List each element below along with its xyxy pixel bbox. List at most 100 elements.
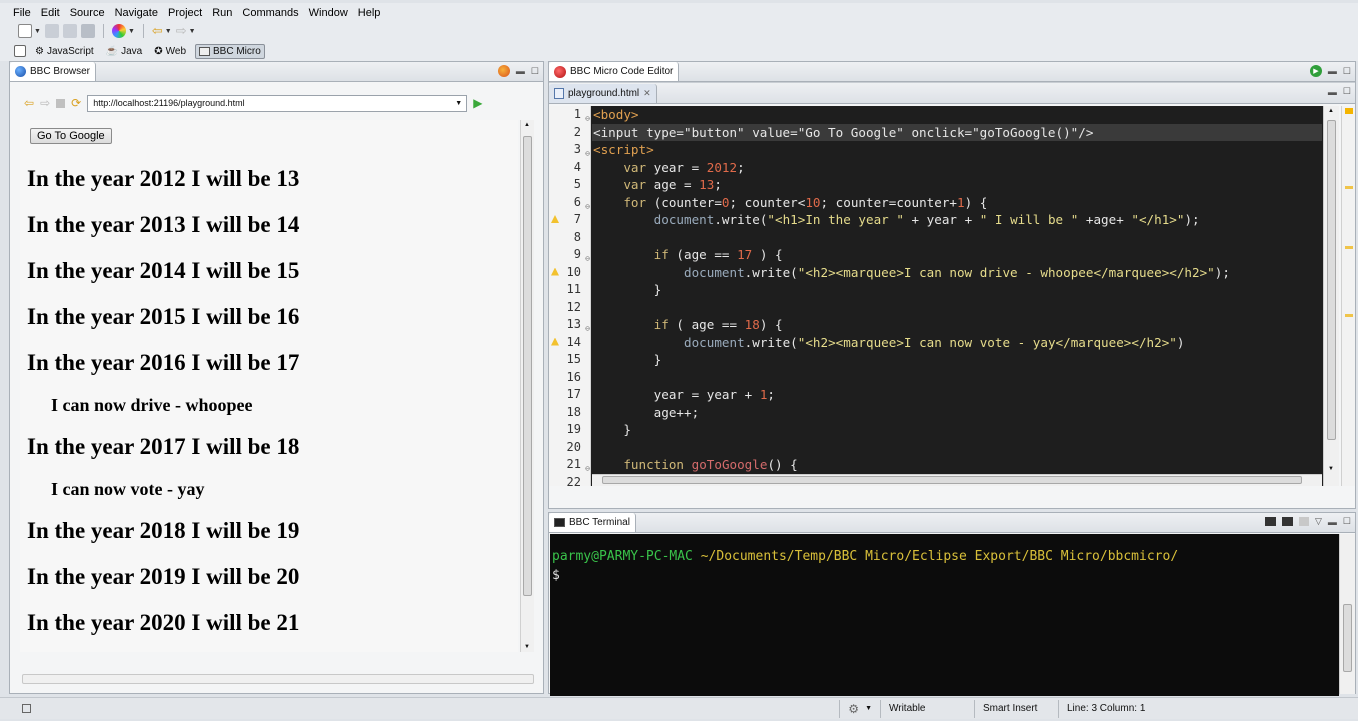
go-to-google-button[interactable]: Go To Google <box>30 128 112 144</box>
menu-file[interactable]: File <box>8 7 36 19</box>
line-number: 1 ⊖ <box>549 106 590 124</box>
perspective-javascript[interactable]: ⚙ JavaScript <box>32 45 97 58</box>
open-perspective-icon[interactable] <box>14 45 26 57</box>
scroll-thumb[interactable] <box>523 136 532 596</box>
warning-marker[interactable] <box>1345 186 1353 189</box>
refresh-icon[interactable]: ⟳ <box>71 96 81 110</box>
code-token: ); <box>1214 264 1230 280</box>
menu-commands[interactable]: Commands <box>237 7 303 19</box>
scroll-thumb[interactable] <box>602 476 1302 484</box>
web-view: Go To Google In the year 2012 I will be … <box>20 120 518 652</box>
line-number-text: 1 <box>573 107 581 121</box>
perspective-bbc-micro[interactable]: BBC Micro <box>195 43 265 59</box>
warning-marker[interactable] <box>1345 108 1353 114</box>
editor-vertical-scrollbar[interactable]: ▲ ▼ <box>1323 106 1339 486</box>
tab-bbc-terminal[interactable]: BBC Terminal <box>549 513 636 532</box>
terminal-action-icon[interactable] <box>1265 517 1276 526</box>
stop-icon[interactable] <box>56 98 66 108</box>
code-editor[interactable]: 1 ⊖ 2 3 ⊖ 4 5 6 ⊖ 7 8 9 ⊖ 10 11 12 13 ⊖ 14 15 16 17 18 19 20 21 ⊖ 2… <box>549 106 1339 489</box>
back-arrow-icon[interactable]: ⇦ <box>24 96 34 110</box>
line-number-text: 21 <box>566 457 581 471</box>
editor-horizontal-scrollbar[interactable] <box>592 474 1322 486</box>
menu-project[interactable]: Project <box>163 7 207 19</box>
status-writable: Writable <box>880 699 974 718</box>
tab-playground-html[interactable]: playground.html ✕ <box>549 83 657 103</box>
forward-arrow-icon[interactable]: ⇨ <box>176 23 187 39</box>
close-icon[interactable]: ✕ <box>643 88 651 99</box>
menu-window[interactable]: Window <box>304 7 353 19</box>
page-subheading: I can now drive - whoopee <box>51 395 253 415</box>
warning-marker[interactable] <box>1345 246 1353 249</box>
menu-source[interactable]: Source <box>65 7 110 19</box>
clear-console-icon[interactable] <box>1299 517 1309 526</box>
scroll-down-arrow[interactable]: ▼ <box>524 644 530 650</box>
minimize-icon[interactable]: ▬ <box>1328 66 1337 76</box>
chevron-down-icon[interactable]: ▼ <box>128 28 135 35</box>
code-line: function goToGoogle() { <box>592 456 1322 474</box>
terminal-path: ~/Documents/Temp/BBC Micro/Eclipse Expor… <box>700 549 1179 564</box>
perspective-java[interactable]: ☕ Java <box>103 45 146 58</box>
scroll-up-arrow[interactable]: ▲ <box>1328 108 1334 114</box>
maximize-icon[interactable]: ☐ <box>531 66 539 77</box>
maximize-icon[interactable]: ☐ <box>1343 86 1351 97</box>
browser-vertical-scrollbar[interactable]: ▲ ▼ <box>520 120 534 652</box>
minimize-icon[interactable]: ▬ <box>1328 87 1337 97</box>
code-area[interactable]: <body> <input type="button" value="Go To … <box>592 106 1322 486</box>
tab-bbc-micro-code-editor[interactable]: BBC Micro Code Editor <box>549 62 680 81</box>
back-arrow-icon[interactable]: ⇦ <box>152 23 163 39</box>
maximize-icon[interactable]: ☐ <box>1343 516 1351 527</box>
warning-icon[interactable] <box>551 215 559 223</box>
scroll-down-arrow[interactable]: ▼ <box>1328 466 1334 472</box>
new-icon[interactable] <box>18 24 32 38</box>
maximize-icon[interactable]: ☐ <box>1343 66 1351 77</box>
chevron-down-icon[interactable]: ▼ <box>165 28 172 35</box>
scroll-thumb[interactable] <box>1327 120 1336 440</box>
terminal-vertical-scrollbar[interactable] <box>1339 534 1355 694</box>
minimize-icon[interactable]: ▬ <box>516 66 525 76</box>
firefox-icon[interactable] <box>497 65 510 77</box>
save-all-icon[interactable] <box>62 24 77 38</box>
url-input[interactable]: http://localhost:21196/playground.html ▼ <box>87 94 468 112</box>
perspective-web[interactable]: ✪ Web <box>151 45 189 58</box>
code-line: document.write("<h1>In the year " + year… <box>592 211 1322 229</box>
terminal-output[interactable]: parmy@PARMY-PC-MAC ~/Documents/Temp/BBC … <box>550 534 1339 696</box>
menu-run[interactable]: Run <box>207 7 237 19</box>
tab-label: BBC Browser <box>30 66 91 77</box>
code-token: ) { <box>964 194 988 210</box>
menu-navigate[interactable]: Navigate <box>110 7 163 19</box>
chevron-down-icon[interactable]: ▼ <box>455 100 462 107</box>
go-icon[interactable]: ▶ <box>473 96 482 110</box>
chevron-down-icon[interactable]: ▼ <box>189 28 196 35</box>
code-token: function <box>623 457 685 472</box>
run-icon[interactable]: ▶ <box>1309 65 1322 77</box>
forward-arrow-icon[interactable]: ⇨ <box>40 96 50 110</box>
line-number: 20 <box>549 439 590 457</box>
menu-help[interactable]: Help <box>353 7 386 19</box>
code-token: ) <box>1176 334 1185 350</box>
scroll-thumb[interactable] <box>1343 604 1352 672</box>
save-icon[interactable] <box>44 24 59 38</box>
chevron-down-icon[interactable]: ▼ <box>34 28 41 35</box>
warning-icon[interactable] <box>551 267 559 276</box>
color-wheel-icon[interactable] <box>111 24 126 38</box>
overview-ruler[interactable] <box>1341 106 1355 486</box>
view-menu-icon[interactable]: ▽ <box>1315 516 1322 527</box>
line-number: 22 <box>549 474 590 492</box>
code-token: 13 <box>699 177 715 192</box>
warning-marker[interactable] <box>1345 314 1353 317</box>
minimize-icon[interactable]: ▬ <box>1328 517 1337 527</box>
menu-edit[interactable]: Edit <box>36 7 65 19</box>
browser-horizontal-scrollbar[interactable] <box>22 674 534 684</box>
code-token: "<h2><marquee>I can now drive - whoopee<… <box>797 264 1215 280</box>
warning-icon[interactable] <box>551 337 559 346</box>
fast-view-icon[interactable] <box>22 704 31 713</box>
gear-icon[interactable]: ⚙ <box>848 702 859 716</box>
scroll-up-arrow[interactable]: ▲ <box>524 122 530 128</box>
tab-bbc-browser[interactable]: BBC Browser <box>10 62 97 81</box>
chevron-down-icon[interactable]: ▼ <box>865 705 872 712</box>
code-token: 0 <box>721 194 730 210</box>
terminal-action-icon[interactable] <box>1282 517 1293 526</box>
status-gear[interactable]: ⚙ ▼ <box>839 699 880 718</box>
print-icon[interactable] <box>80 24 95 38</box>
